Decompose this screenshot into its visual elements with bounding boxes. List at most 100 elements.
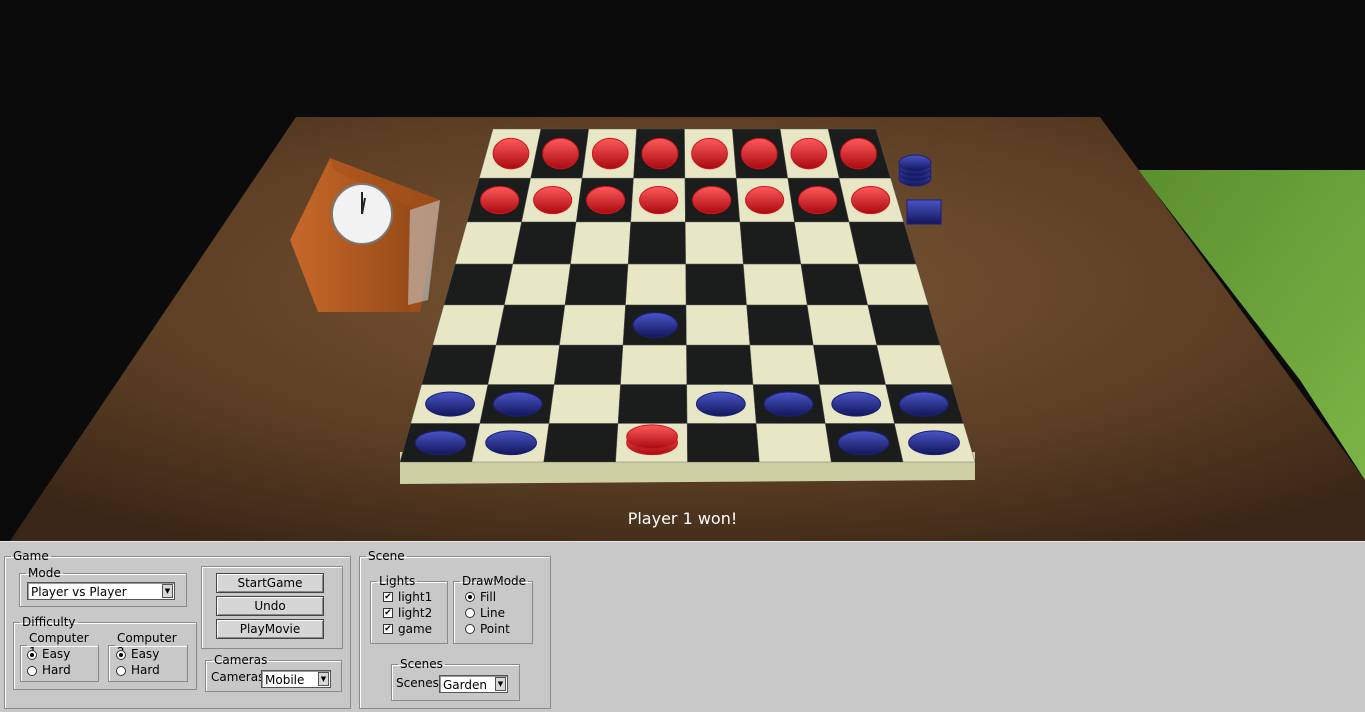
blue-piece[interactable] xyxy=(831,391,882,417)
play-movie-button[interactable]: PlayMovie xyxy=(216,619,324,639)
chevron-down-icon[interactable]: ▼ xyxy=(318,672,329,686)
red-piece[interactable] xyxy=(586,185,626,215)
computer1-hard-radio[interactable] xyxy=(27,666,37,676)
blue-piece[interactable] xyxy=(492,391,543,417)
board-square[interactable] xyxy=(756,423,832,463)
red-piece[interactable] xyxy=(840,137,877,170)
scenes-label: Scenes xyxy=(396,676,439,690)
computer2-hard-radio[interactable] xyxy=(116,666,126,676)
board-square[interactable] xyxy=(617,384,688,424)
board-square[interactable] xyxy=(620,344,688,385)
board-square[interactable] xyxy=(432,304,505,346)
board-square[interactable] xyxy=(794,221,859,265)
checkers-board[interactable] xyxy=(399,128,976,463)
blue-piece[interactable] xyxy=(899,391,949,417)
light2-checkbox[interactable]: ✔ xyxy=(383,608,393,618)
red-piece[interactable] xyxy=(492,137,530,170)
clock-icon xyxy=(331,183,393,245)
board-square[interactable] xyxy=(512,221,577,265)
drawmode-line-radio[interactable] xyxy=(465,608,475,618)
blue-piece[interactable] xyxy=(632,312,679,338)
board-square[interactable] xyxy=(570,221,631,265)
red-piece[interactable] xyxy=(790,137,828,170)
board-square[interactable] xyxy=(746,304,814,346)
blue-piece[interactable] xyxy=(414,430,467,456)
scenes-select[interactable]: Garden ▼ xyxy=(439,675,508,693)
light1-label[interactable]: light1 xyxy=(398,590,432,604)
red-piece[interactable] xyxy=(591,137,629,170)
board-square[interactable] xyxy=(421,344,497,385)
red-piece[interactable] xyxy=(480,185,520,215)
computer2-hard-label[interactable]: Hard xyxy=(131,663,160,677)
red-piece[interactable] xyxy=(542,137,579,170)
board-square[interactable] xyxy=(543,423,619,463)
board-square[interactable] xyxy=(685,263,747,306)
board-square[interactable] xyxy=(867,304,941,346)
board-square[interactable] xyxy=(749,344,820,385)
red-piece[interactable] xyxy=(691,137,728,170)
board-square[interactable] xyxy=(625,263,687,306)
drawmode-point-radio[interactable] xyxy=(465,624,475,634)
blue-piece[interactable] xyxy=(763,391,814,417)
blue-piece[interactable] xyxy=(837,430,890,456)
blue-piece[interactable] xyxy=(485,430,537,456)
chevron-down-icon[interactable]: ▼ xyxy=(495,677,506,691)
red-piece[interactable] xyxy=(533,185,573,215)
blue-piece[interactable] xyxy=(425,391,475,417)
board-square[interactable] xyxy=(495,304,566,346)
board-square[interactable] xyxy=(443,263,514,306)
scenes-legend: Scenes xyxy=(400,657,443,671)
board-square[interactable] xyxy=(685,221,744,265)
computer2-easy-label[interactable]: Easy xyxy=(131,647,159,661)
computer1-easy-radio[interactable] xyxy=(27,650,37,660)
board-square[interactable] xyxy=(806,304,878,346)
red-piece[interactable] xyxy=(798,185,838,215)
light2-label[interactable]: light2 xyxy=(398,606,432,620)
computer1-hard-label[interactable]: Hard xyxy=(42,663,71,677)
undo-button[interactable]: Undo xyxy=(216,596,324,616)
board-square[interactable] xyxy=(487,344,560,385)
board-square[interactable] xyxy=(504,263,571,306)
game-legend: Game xyxy=(13,549,49,563)
computer2-easy-radio[interactable] xyxy=(116,650,126,660)
board-square[interactable] xyxy=(739,221,802,265)
captured-blue-piece xyxy=(898,154,932,172)
board-square[interactable] xyxy=(627,221,686,265)
blue-piece[interactable] xyxy=(908,430,960,456)
drawmode-point-label[interactable]: Point xyxy=(480,622,510,636)
chevron-down-icon[interactable]: ▼ xyxy=(162,584,173,598)
cameras-select[interactable]: Mobile ▼ xyxy=(261,670,331,688)
board-square[interactable] xyxy=(813,344,886,385)
board-square[interactable] xyxy=(553,344,624,385)
red-piece[interactable] xyxy=(745,185,785,215)
board-square[interactable] xyxy=(876,344,953,385)
red-piece[interactable] xyxy=(692,185,732,215)
scene-3d[interactable] xyxy=(0,0,1365,541)
board-square[interactable] xyxy=(743,263,808,306)
board-square[interactable] xyxy=(559,304,626,346)
drawmode-fill-label[interactable]: Fill xyxy=(480,590,496,604)
computer1-easy-label[interactable]: Easy xyxy=(42,647,70,661)
light1-checkbox[interactable]: ✔ xyxy=(383,592,393,602)
blue-piece[interactable] xyxy=(695,391,746,417)
red-piece[interactable] xyxy=(851,185,891,215)
board-square[interactable] xyxy=(685,304,751,346)
board-square[interactable] xyxy=(858,263,929,306)
drawmode-fill-radio[interactable] xyxy=(465,592,475,602)
red-piece[interactable] xyxy=(740,137,778,170)
red-piece[interactable] xyxy=(626,424,678,456)
game-light-checkbox[interactable]: ✔ xyxy=(383,624,393,634)
board-square[interactable] xyxy=(686,344,754,385)
board-square[interactable] xyxy=(548,384,621,424)
drawmode-line-label[interactable]: Line xyxy=(480,606,505,620)
game-viewport[interactable]: Player 1 won! xyxy=(0,0,1365,541)
board-square[interactable] xyxy=(455,221,522,265)
board-square[interactable] xyxy=(686,423,760,463)
mode-select[interactable]: Player vs Player ▼ xyxy=(27,582,175,600)
red-piece[interactable] xyxy=(641,137,679,170)
board-square[interactable] xyxy=(800,263,869,306)
start-game-button[interactable]: StartGame xyxy=(216,573,324,593)
game-light-label[interactable]: game xyxy=(398,622,432,636)
red-piece[interactable] xyxy=(639,185,679,215)
board-square[interactable] xyxy=(564,263,629,306)
